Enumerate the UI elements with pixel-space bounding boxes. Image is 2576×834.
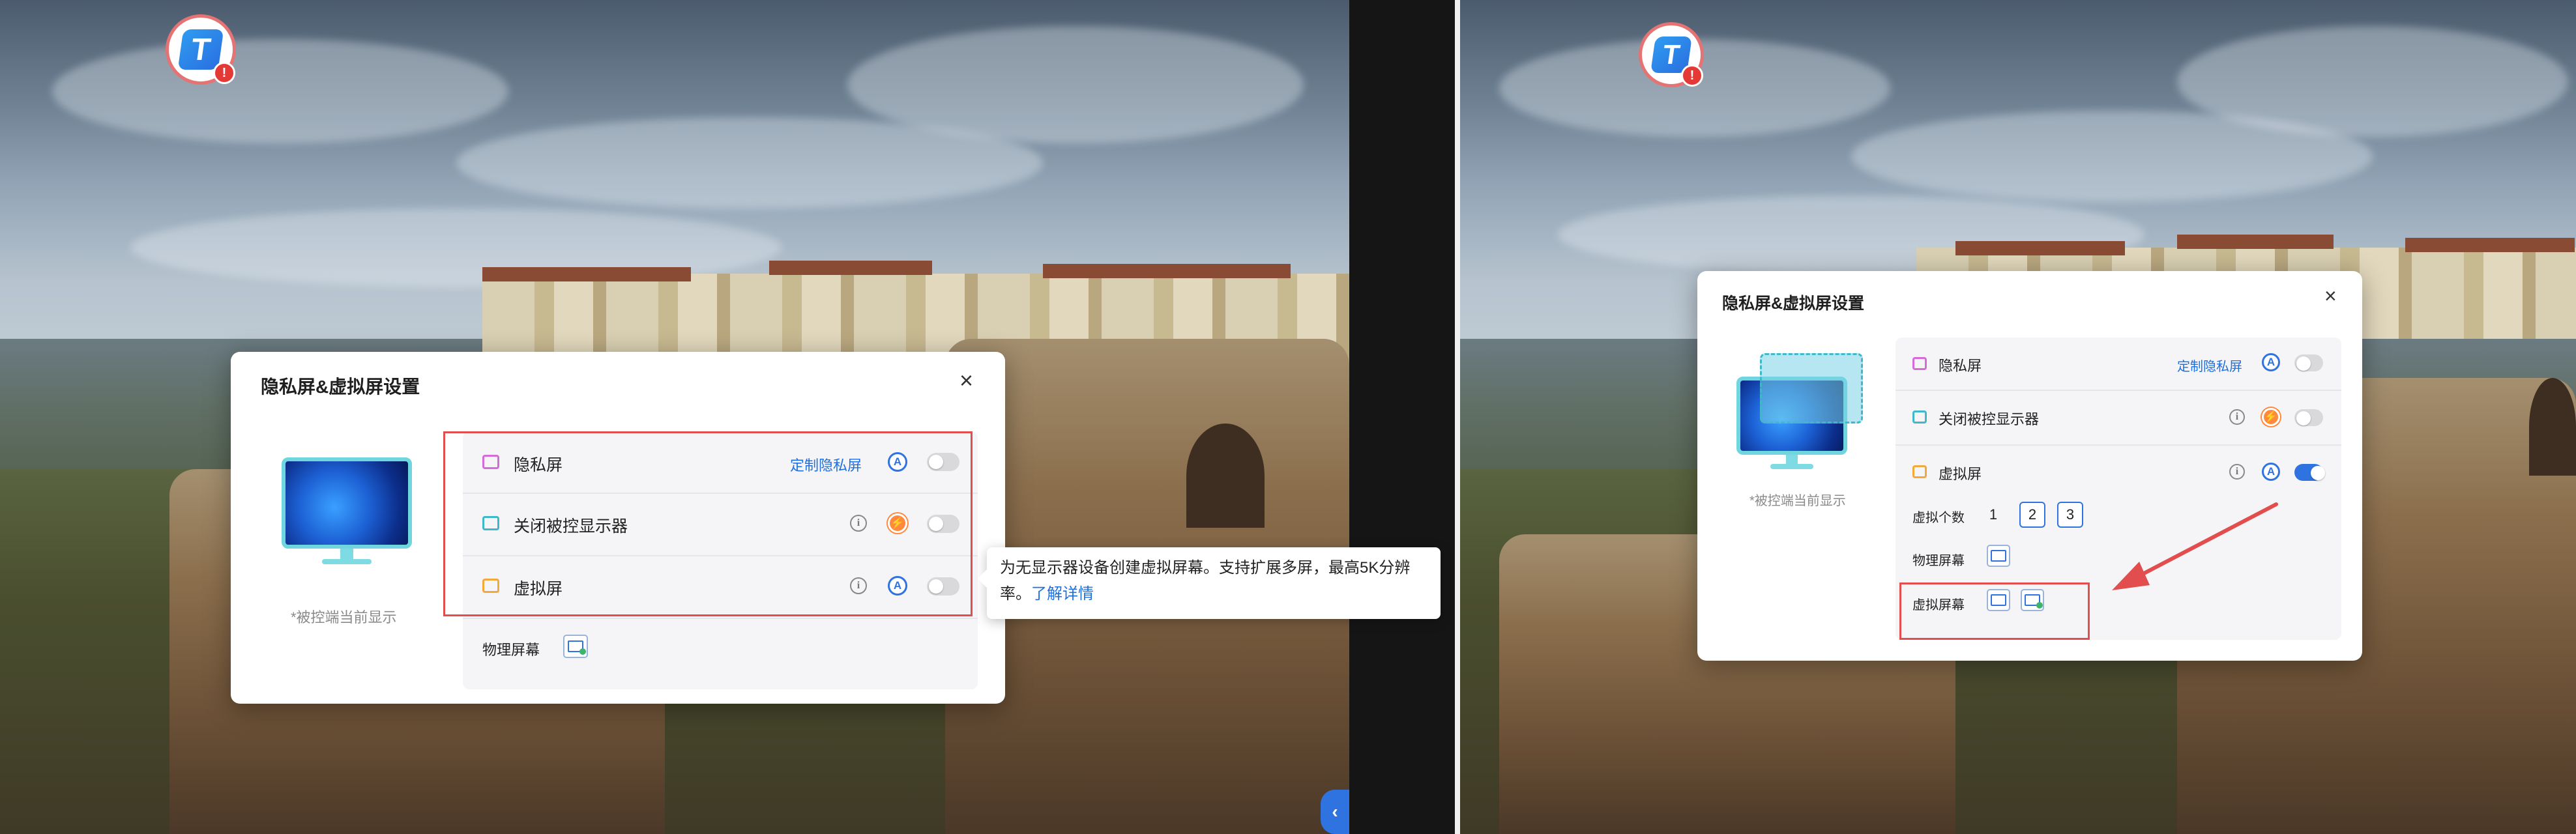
annotation-arrow-icon: [2112, 502, 2278, 590]
